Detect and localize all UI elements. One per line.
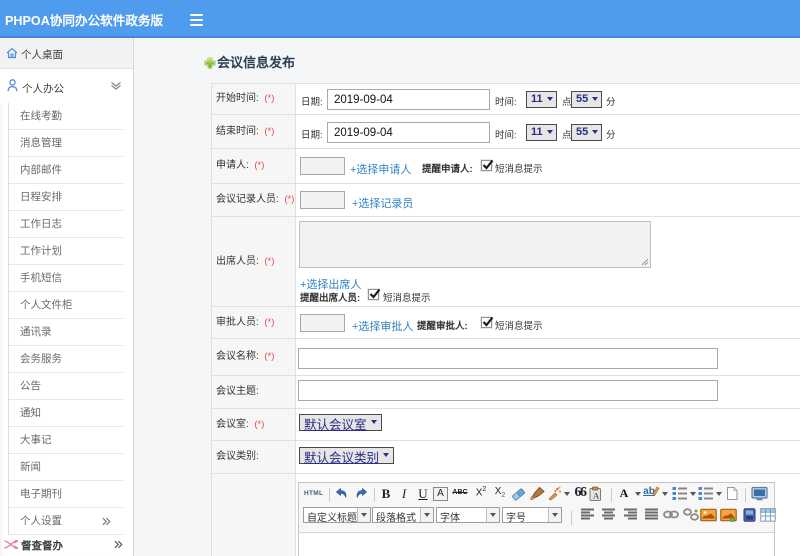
svg-text:A: A [593,491,600,501]
